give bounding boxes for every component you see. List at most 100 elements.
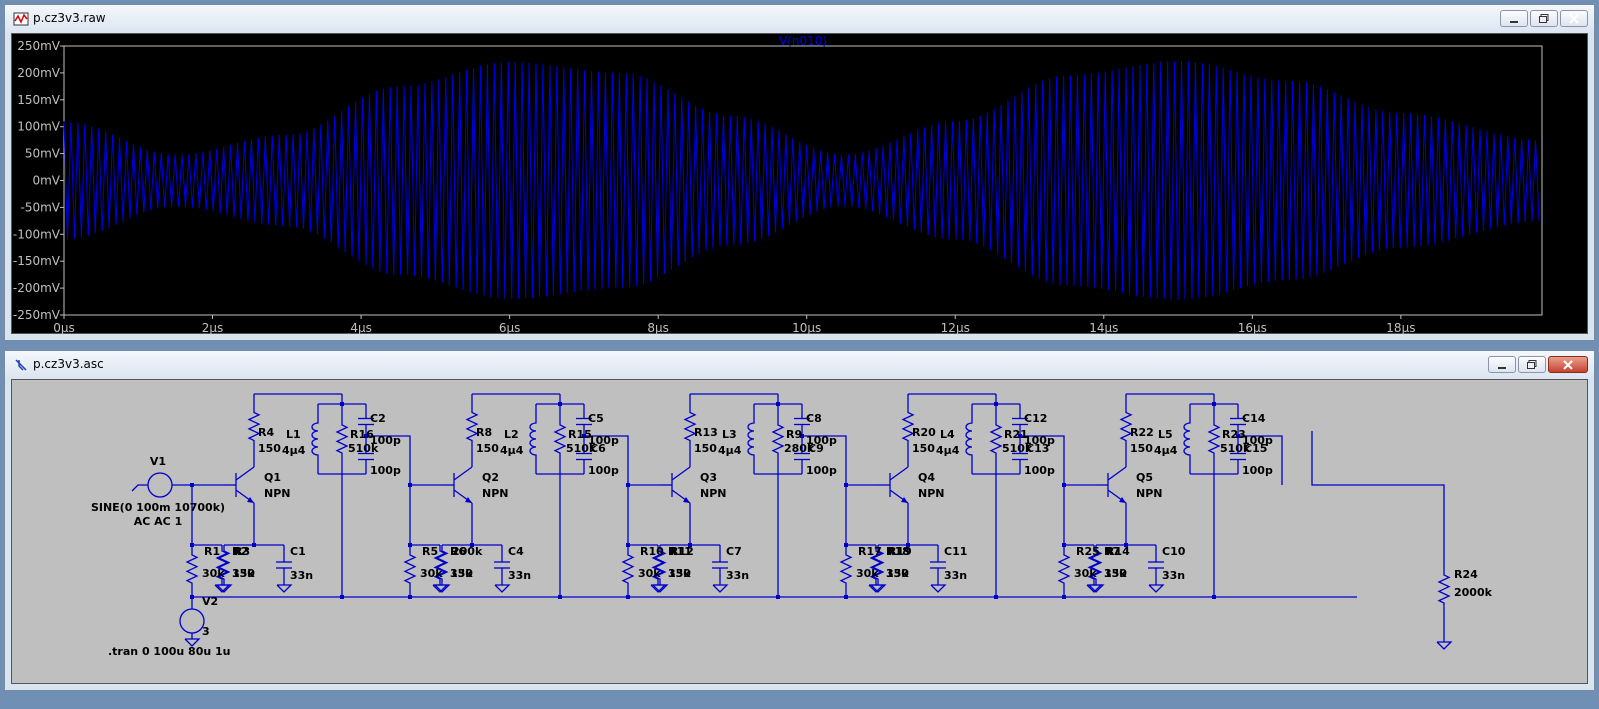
inductor-value: 4μ4: [500, 444, 524, 457]
x-tick-label: 12μs: [941, 321, 970, 335]
inductor-name: L3: [722, 428, 737, 441]
emitter-arrow: [683, 497, 690, 503]
x-tick-label: 16μs: [1238, 321, 1267, 335]
schematic-canvas[interactable]: Q1 NPN R4 150 L1 4μ4 R16 510k C2 100p 100p R1 30k R2 1…: [11, 379, 1588, 684]
x-tick-label: 10μs: [792, 321, 821, 335]
waveform-titlebar[interactable]: p.cz3v3.raw: [5, 5, 1594, 33]
transistor-model: NPN: [482, 487, 508, 500]
waveform-window[interactable]: p.cz3v3.raw 250mV 200mV 150mV 100mV 50mV 0mV -…: [4, 4, 1595, 341]
capacitor-value: 33n: [290, 569, 313, 582]
y-tick-label: 250mV: [17, 39, 61, 53]
waveform-window-title: p.cz3v3.raw: [33, 11, 106, 25]
resistor-value: 30k: [202, 567, 225, 580]
transistor: [235, 466, 255, 481]
restore-button[interactable]: [1518, 356, 1546, 373]
transistor-name: Q4: [918, 471, 935, 484]
minimize-button[interactable]: [1488, 356, 1516, 373]
emitter-arrow: [247, 497, 254, 503]
v1-source-symbol: [147, 472, 173, 498]
emitter-arrow: [1119, 497, 1126, 503]
bias-resistor: [621, 545, 635, 593]
resistor-value: 150: [476, 442, 499, 455]
resistor-value: 330: [1104, 567, 1127, 580]
tank-resistor: [553, 404, 567, 474]
transistor: [453, 466, 473, 481]
transistor-name: Q5: [1136, 471, 1153, 484]
resistor-name: R4: [258, 426, 274, 439]
close-icon: [1563, 359, 1573, 370]
capacitor-value: 100p: [1242, 464, 1273, 477]
capacitor-name: C10: [1162, 545, 1186, 558]
capacitor-value: 100p: [370, 464, 401, 477]
resistor-name: R24: [1454, 568, 1478, 581]
x-tick-label: 6μs: [499, 321, 521, 335]
wire: [1311, 431, 1445, 558]
resistor-name: R19: [888, 545, 912, 558]
capacitor-value: 100p: [1024, 464, 1055, 477]
transistor-name: Q1: [264, 471, 281, 484]
resistor-name: R20: [912, 426, 936, 439]
x-tick-label: 2μs: [202, 321, 224, 335]
capacitor-name: C7: [726, 545, 742, 558]
resistor-value: 30k: [638, 567, 661, 580]
transistor: [889, 466, 909, 481]
plot-frame: [63, 45, 1543, 316]
waveform-plot-area[interactable]: 250mV 200mV 150mV 100mV 50mV 0mV -50mV -100mV -1…: [11, 33, 1589, 335]
resistor-value: 330: [232, 567, 255, 580]
trace-name-label[interactable]: V(n010): [779, 34, 827, 48]
resistor-name: 200k: [452, 545, 483, 558]
capacitor-name: C5: [588, 412, 604, 425]
waveform-app-icon: [13, 12, 29, 26]
capacitor-name: C8: [806, 412, 822, 425]
inductor-value: 4μ4: [936, 444, 960, 457]
capacitor-name: C1: [290, 545, 306, 558]
ground-symbol: [1436, 641, 1453, 650]
resistor-name: R5: [422, 545, 438, 558]
minimize-button[interactable]: [1500, 10, 1528, 27]
restore-icon: [1539, 14, 1549, 23]
inductor-value: 4μ4: [282, 444, 306, 457]
transistor: [671, 466, 691, 481]
capacitor-name: C6: [590, 442, 606, 455]
capacitor-name: C4: [508, 545, 524, 558]
inductor: [529, 404, 537, 474]
y-tick-label: 0mV: [32, 174, 60, 188]
bias-resistor: [1057, 545, 1071, 593]
y-tick-label: 50mV: [25, 147, 61, 161]
ground-symbol: [712, 584, 729, 593]
tank-resistor: [989, 404, 1003, 474]
close-button[interactable]: [1560, 10, 1588, 27]
v1-value: SINE(0 100m 10700k): [91, 501, 225, 514]
close-button[interactable]: [1548, 356, 1588, 373]
restore-button[interactable]: [1530, 10, 1558, 27]
ground-symbol: [930, 584, 947, 593]
bias-resistor: [839, 545, 853, 593]
schematic-app-icon: [15, 359, 27, 371]
y-tick-label: 150mV: [17, 93, 61, 107]
emitter-arrow: [465, 497, 472, 503]
transistor: [1107, 466, 1127, 481]
junction-dot: [626, 543, 630, 547]
close-icon: [1569, 13, 1579, 24]
tank-resistor: [771, 404, 785, 474]
resistor-name: R13: [694, 426, 718, 439]
v1-name: V1: [150, 455, 166, 468]
inductor: [311, 404, 319, 474]
schematic-drawing[interactable]: Q1NPNR4150L14μ4R16510kC2100p100pR130kR21…: [12, 380, 1589, 685]
resistor-value: 330: [450, 567, 473, 580]
ground-symbol: [494, 584, 511, 593]
resistor-value: 30k: [420, 567, 443, 580]
resistor-name: R22: [1130, 426, 1154, 439]
resistor-name: R14: [1106, 545, 1130, 558]
v1-ac: AC AC 1: [134, 515, 183, 528]
junction-dot: [844, 543, 848, 547]
emitter-arrow: [901, 497, 908, 503]
junction-dot: [190, 543, 194, 547]
schematic-window[interactable]: p.cz3v3.asc Q1 NPN R4 150 L1 4μ4 R16 510k C2 100p…: [4, 350, 1595, 691]
schematic-titlebar[interactable]: p.cz3v3.asc: [5, 351, 1594, 379]
waveform-chart[interactable]: 250mV 200mV 150mV 100mV 50mV 0mV -50mV -100mV -1…: [12, 34, 1589, 335]
inductor-name: L1: [286, 428, 301, 441]
resistor-value: 2000k: [1454, 586, 1493, 599]
wire: [131, 484, 148, 492]
capacitor-name: C12: [1024, 412, 1047, 425]
